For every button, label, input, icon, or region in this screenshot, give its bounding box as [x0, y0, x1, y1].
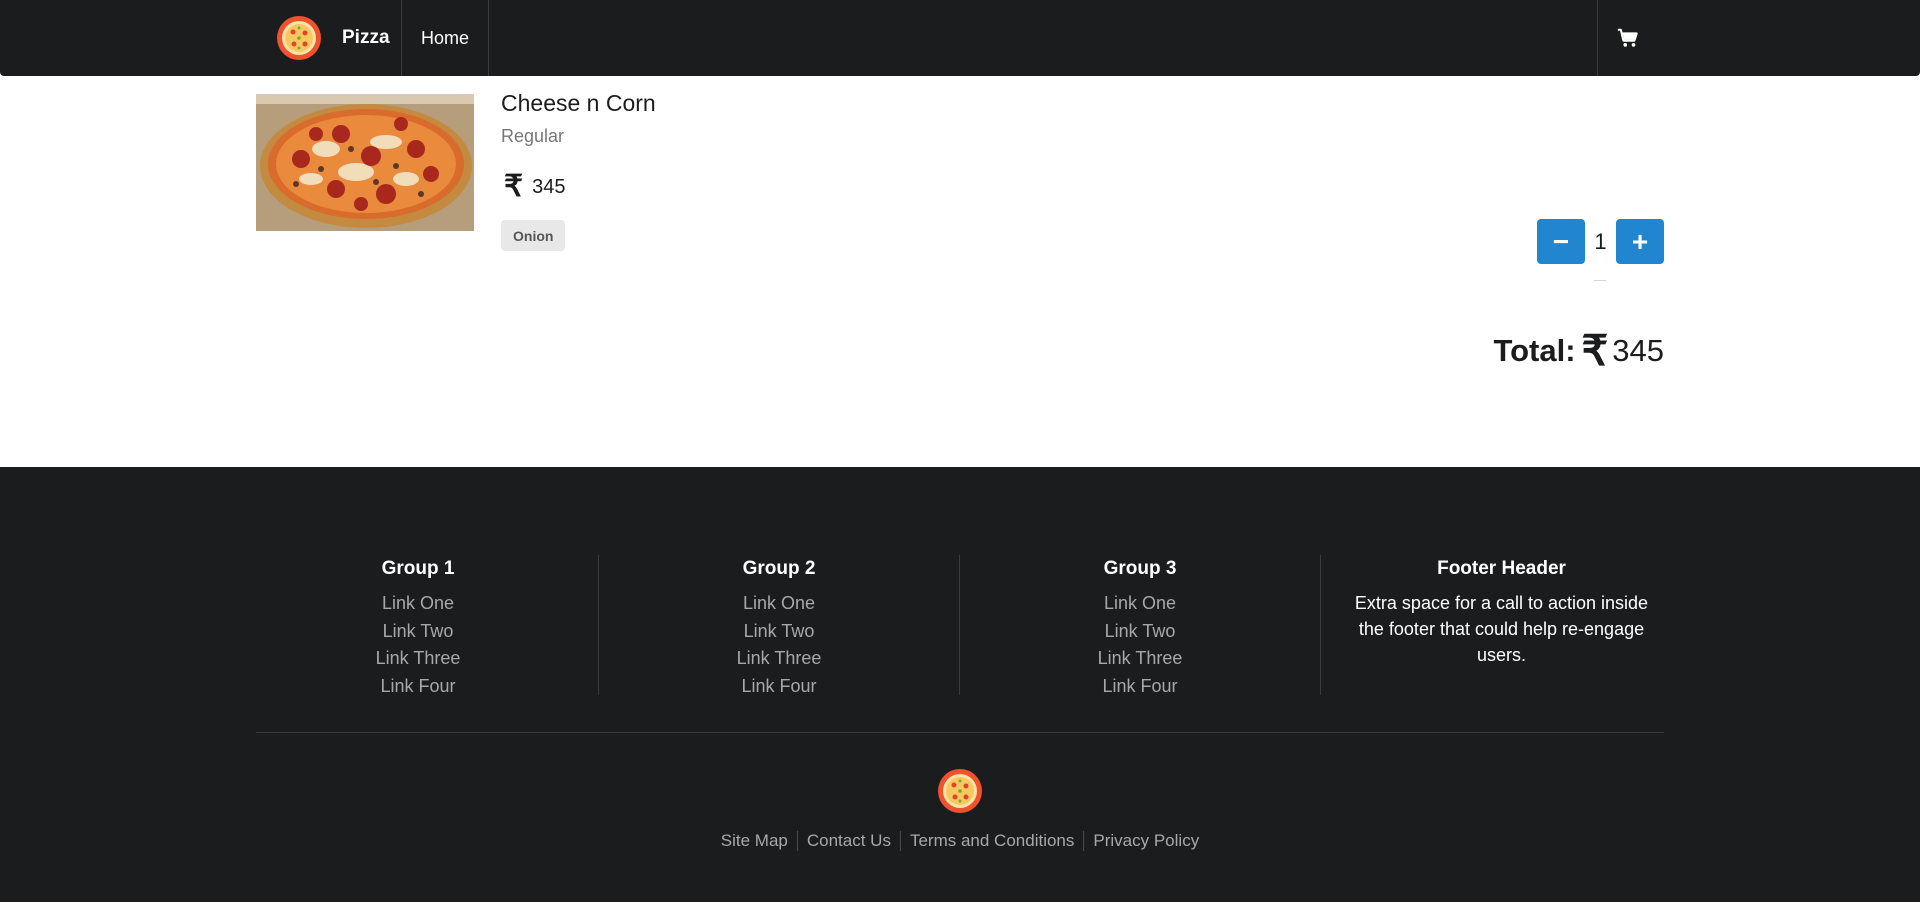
cart-button[interactable]: [1597, 0, 1657, 76]
privacy-policy-link[interactable]: Privacy Policy: [1083, 831, 1208, 851]
decrement-button[interactable]: −: [1537, 219, 1585, 264]
item-size: Regular: [501, 126, 565, 146]
item-name: Cheese n Corn: [501, 90, 656, 116]
footer-link[interactable]: Link Two: [960, 618, 1320, 646]
footer-group-title: Group 2: [742, 558, 816, 579]
topping-label: Onion: [501, 220, 566, 251]
footer-cta-text: Extra space for a call to action inside …: [1354, 593, 1649, 665]
footer-link[interactable]: Link One: [960, 590, 1320, 618]
footer-group-title: Group 1: [381, 558, 455, 579]
footer-group-3: Group 3 Link One Link Two Link Three Lin…: [960, 555, 1321, 696]
quantity-value: 1: [1594, 228, 1607, 254]
pizza-logo-icon: [277, 16, 321, 60]
contact-us-link[interactable]: Contact Us: [796, 831, 900, 851]
cart-total: Total: ₹ 345: [1493, 330, 1664, 372]
increment-button[interactable]: +: [1616, 219, 1664, 264]
pizza-logo-icon[interactable]: [937, 768, 983, 814]
brand-name: Pizza: [342, 27, 390, 48]
footer-bottom-links: Site Map Contact Us Terms and Conditions…: [0, 831, 1920, 851]
total-label: Total:: [1493, 333, 1576, 368]
site-map-link[interactable]: Site Map: [712, 831, 797, 851]
top-navbar: Pizza Home: [0, 0, 1920, 76]
brand-link[interactable]: Pizza: [256, 0, 402, 76]
footer-link[interactable]: Link Three: [599, 645, 959, 673]
footer-link[interactable]: Link Two: [599, 618, 959, 646]
footer-link[interactable]: Link Three: [238, 645, 598, 673]
total-value: 345: [1612, 333, 1664, 368]
footer-link[interactable]: Link Four: [960, 673, 1320, 701]
minus-icon: −: [1552, 225, 1570, 257]
rupee-icon: ₹: [1581, 327, 1609, 374]
quantity-divider: [1594, 280, 1606, 281]
footer-link[interactable]: Link Two: [238, 618, 598, 646]
terms-link[interactable]: Terms and Conditions: [899, 831, 1083, 851]
plus-icon: +: [1631, 225, 1649, 257]
footer: Group 1 Link One Link Two Link Three Lin…: [0, 467, 1920, 902]
pizza-image: [256, 94, 474, 231]
item-price: ₹ 345: [504, 172, 565, 202]
footer-group-title: Group 3: [1103, 558, 1177, 579]
footer-group-1: Group 1 Link One Link Two Link Three Lin…: [238, 555, 599, 696]
nav-home-link[interactable]: Home: [402, 0, 489, 76]
shopping-cart-icon: [1617, 28, 1638, 47]
footer-group-2: Group 2 Link One Link Two Link Three Lin…: [599, 555, 960, 696]
item-price-value: 345: [532, 175, 566, 198]
footer-link[interactable]: Link Four: [599, 673, 959, 701]
footer-link[interactable]: Link Four: [238, 673, 598, 701]
quantity-stepper: − 1 +: [1537, 219, 1664, 264]
footer-link[interactable]: Link One: [238, 590, 598, 618]
rupee-icon: ₹: [504, 170, 524, 203]
footer-link[interactable]: Link Three: [960, 645, 1320, 673]
footer-cta-title: Footer Header: [1437, 558, 1566, 579]
footer-cta: Footer Header Extra space for a call to …: [1321, 555, 1682, 695]
footer-link[interactable]: Link One: [599, 590, 959, 618]
footer-divider: [256, 732, 1664, 733]
